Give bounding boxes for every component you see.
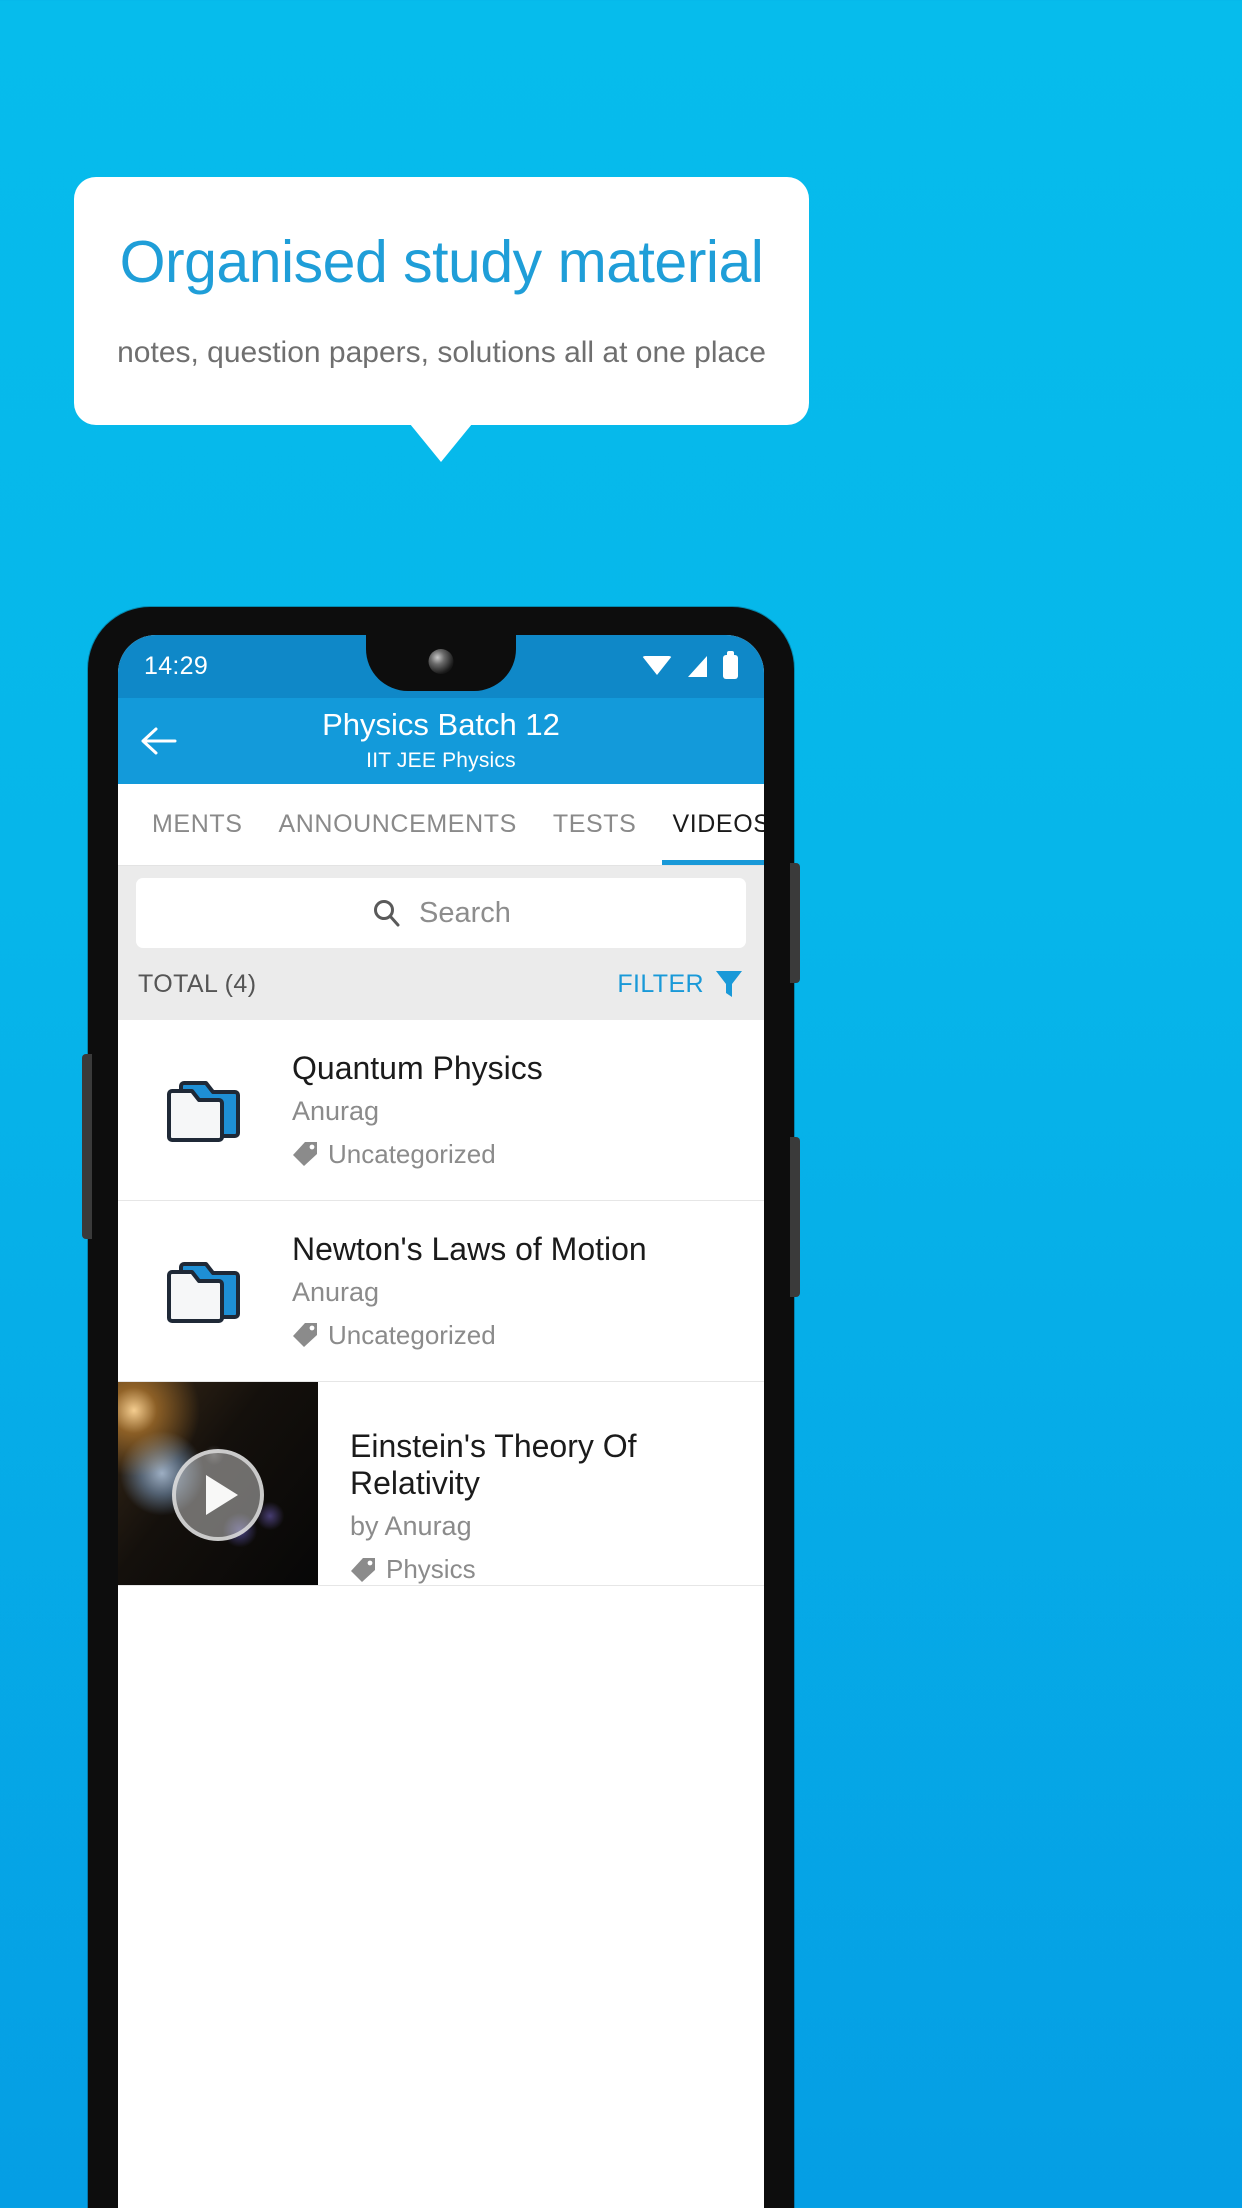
search-placeholder: Search bbox=[419, 896, 511, 929]
list-item-author: Anurag bbox=[292, 1276, 380, 1307]
tag-icon bbox=[351, 1557, 375, 1582]
search-filter-strip: Search TOTAL (4) FILTER bbox=[118, 866, 764, 1020]
video-list: Quantum Physics Anurag Uncategorized New… bbox=[118, 1020, 764, 1586]
power-button[interactable] bbox=[790, 863, 800, 983]
list-item-title: Newton's Laws of Motion bbox=[292, 1230, 647, 1267]
list-item-tagline: Physics bbox=[350, 1554, 750, 1585]
status-bar: 14:29 bbox=[118, 635, 764, 698]
list-item-tag: Uncategorized bbox=[328, 1138, 496, 1169]
battery-icon bbox=[723, 650, 738, 679]
filter-row: TOTAL (4) FILTER bbox=[136, 948, 746, 1020]
page-subtitle: IIT JEE Physics bbox=[366, 749, 516, 772]
list-item-text: Quantum Physics Anurag Uncategorized bbox=[292, 1050, 764, 1170]
list-item-author: by Anurag bbox=[350, 1511, 472, 1541]
list-item-text: Newton's Laws of Motion Anurag Uncategor… bbox=[292, 1231, 764, 1351]
list-item[interactable]: Quantum Physics Anurag Uncategorized bbox=[118, 1020, 764, 1201]
list-item[interactable]: Newton's Laws of Motion Anurag Uncategor… bbox=[118, 1201, 764, 1382]
folder-icon bbox=[118, 1073, 292, 1147]
front-camera bbox=[428, 649, 454, 674]
phone-screen: 14:29 Physics Batch 12 IIT JEE Physics M… bbox=[118, 635, 764, 2208]
promo-title: Organised study material bbox=[119, 228, 764, 295]
search-icon bbox=[374, 900, 400, 927]
promo-card-tail bbox=[410, 424, 472, 462]
back-button[interactable] bbox=[132, 714, 186, 768]
total-count-label: TOTAL (4) bbox=[138, 969, 257, 998]
wifi-icon bbox=[642, 656, 672, 675]
list-item-tag: Physics bbox=[386, 1554, 476, 1584]
list-item-tagline: Uncategorized bbox=[292, 1139, 750, 1170]
promo-subtitle: notes, question papers, solutions all at… bbox=[117, 335, 766, 369]
status-time: 14:29 bbox=[144, 652, 209, 680]
volume-button-right[interactable] bbox=[790, 1137, 800, 1297]
funnel-icon bbox=[716, 971, 742, 997]
tag-icon bbox=[293, 1142, 317, 1167]
search-input[interactable]: Search bbox=[136, 878, 746, 948]
volume-button-left[interactable] bbox=[82, 1054, 92, 1239]
status-icons bbox=[642, 650, 738, 679]
tag-icon bbox=[293, 1323, 317, 1347]
list-item-tagline: Uncategorized bbox=[292, 1320, 750, 1351]
list-item[interactable]: Einstein's Theory Of Relativity by Anura… bbox=[118, 1381, 764, 1586]
arrow-left-icon bbox=[141, 727, 177, 755]
video-thumbnail[interactable] bbox=[118, 1381, 318, 1585]
list-item-title: Quantum Physics bbox=[292, 1050, 543, 1086]
filter-label: FILTER bbox=[617, 969, 704, 998]
promo-card: Organised study material notes, question… bbox=[74, 177, 809, 425]
folder-icon bbox=[118, 1254, 292, 1328]
app-bar: Physics Batch 12 IIT JEE Physics bbox=[118, 698, 764, 784]
play-triangle bbox=[206, 1475, 238, 1516]
list-item-text: Einstein's Theory Of Relativity by Anura… bbox=[318, 1382, 764, 1586]
tab-videos[interactable]: VIDEOS bbox=[654, 784, 764, 865]
page-title: Physics Batch 12 bbox=[322, 707, 560, 742]
filter-button[interactable]: FILTER bbox=[617, 968, 744, 1000]
cellular-signal-icon bbox=[688, 656, 707, 677]
list-item-tag: Uncategorized bbox=[328, 1319, 496, 1350]
phone-frame: 14:29 Physics Batch 12 IIT JEE Physics M… bbox=[82, 607, 800, 2208]
list-item-title: Einstein's Theory Of Relativity bbox=[350, 1427, 637, 1502]
tab-announcements[interactable]: ANNOUNCEMENTS bbox=[261, 784, 535, 865]
list-item-author: Anurag bbox=[292, 1095, 380, 1126]
tab-assignments[interactable]: MENTS bbox=[134, 784, 261, 865]
play-icon[interactable] bbox=[172, 1449, 264, 1542]
tab-tests[interactable]: TESTS bbox=[535, 784, 655, 865]
tab-bar: MENTS ANNOUNCEMENTS TESTS VIDEOS bbox=[118, 784, 764, 866]
